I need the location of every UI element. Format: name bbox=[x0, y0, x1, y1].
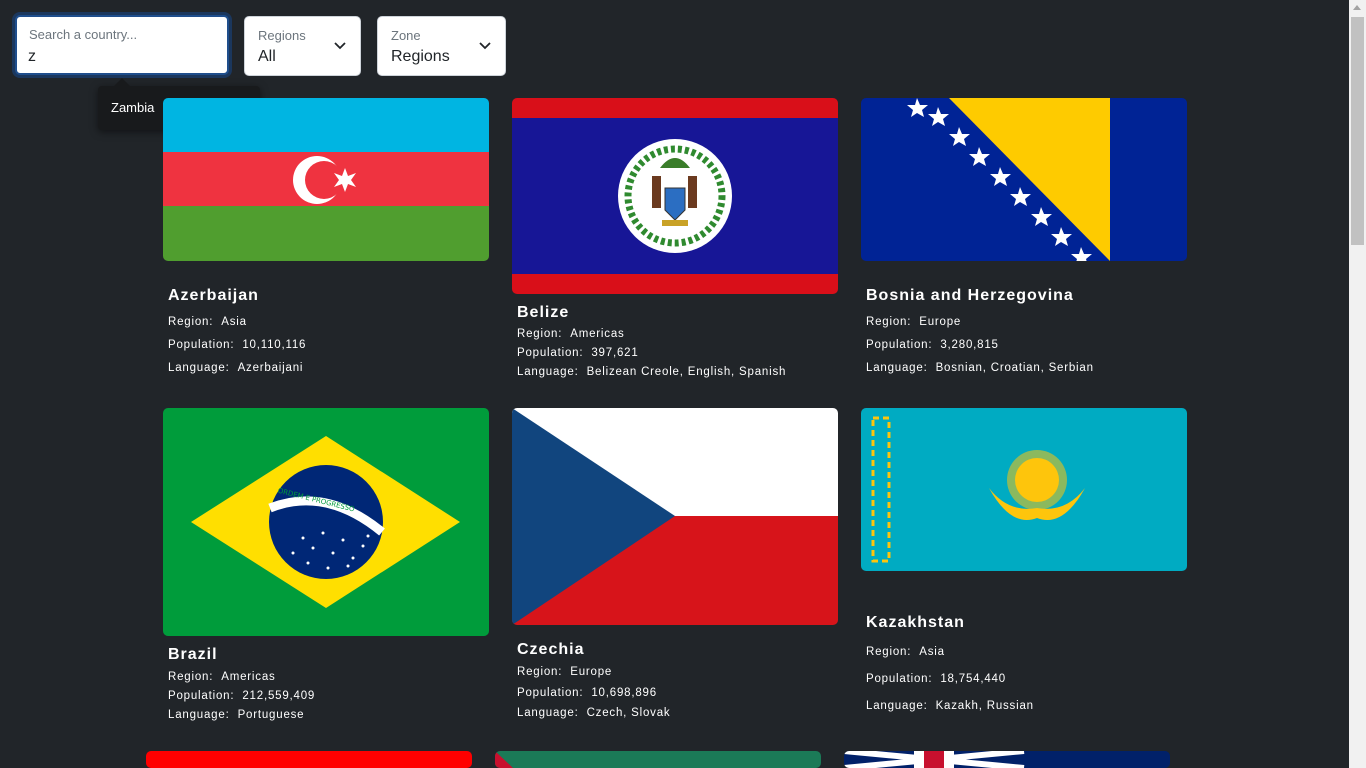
region-row: Region: Americas bbox=[168, 671, 276, 683]
region-row: Region: Americas bbox=[517, 328, 625, 340]
brazil-flag: ORDEM E PROGRESSO bbox=[163, 408, 489, 636]
language-row: Language: Belizean Creole, English, Spani… bbox=[517, 366, 787, 378]
population-row: Population: 10,110,116 bbox=[168, 339, 307, 351]
region-select[interactable]: Regions All bbox=[244, 16, 361, 76]
kazakhstan-flag bbox=[861, 408, 1187, 571]
chevron-down-icon bbox=[479, 42, 491, 50]
region-row: Region: Asia bbox=[168, 316, 247, 328]
region-select-label: Regions bbox=[258, 28, 306, 43]
green-flag bbox=[495, 751, 821, 768]
search-placeholder: Search a country... bbox=[29, 27, 138, 42]
population-row: Population: 18,754,440 bbox=[866, 673, 1006, 685]
region-row: Region: Europe bbox=[517, 666, 613, 678]
zone-select-value: Regions bbox=[391, 48, 450, 65]
language-row: Language: Kazakh, Russian bbox=[866, 700, 1034, 712]
country-name: Czechia bbox=[517, 641, 585, 658]
union-jack-flag bbox=[844, 751, 1170, 768]
search-input[interactable] bbox=[28, 46, 218, 68]
azerbaijan-flag bbox=[163, 98, 489, 261]
region-row: Region: Europe bbox=[866, 316, 962, 328]
country-name: Bosnia and Herzegovina bbox=[866, 287, 1074, 304]
country-name: Azerbaijan bbox=[168, 287, 259, 304]
scrollbar-thumb[interactable] bbox=[1351, 17, 1364, 245]
population-row: Population: 212,559,409 bbox=[168, 690, 316, 702]
bosnia-flag bbox=[861, 98, 1187, 261]
vertical-scrollbar[interactable] bbox=[1349, 0, 1366, 768]
zone-select-label: Zone bbox=[391, 28, 421, 43]
country-name: Brazil bbox=[168, 646, 218, 663]
region-select-value: All bbox=[258, 48, 276, 65]
search-field[interactable]: Search a country... bbox=[15, 15, 229, 75]
zone-select[interactable]: Zone Regions bbox=[377, 16, 506, 76]
population-row: Population: 3,280,815 bbox=[866, 339, 999, 351]
country-name: Kazakhstan bbox=[866, 614, 965, 631]
population-row: Population: 10,698,896 bbox=[517, 687, 657, 699]
czechia-flag bbox=[512, 408, 838, 625]
country-name: Belize bbox=[517, 304, 570, 321]
scroll-up-arrow-icon[interactable] bbox=[1353, 5, 1361, 10]
language-row: Language: Azerbaijani bbox=[168, 362, 304, 374]
red-flag bbox=[146, 751, 472, 768]
chevron-down-icon bbox=[334, 42, 346, 50]
language-row: Language: Portuguese bbox=[168, 709, 305, 721]
belize-flag bbox=[512, 98, 838, 294]
language-row: Language: Czech, Slovak bbox=[517, 707, 671, 719]
suggestion-item[interactable]: Zambia bbox=[111, 100, 154, 115]
language-row: Language: Bosnian, Croatian, Serbian bbox=[866, 362, 1094, 374]
region-row: Region: Asia bbox=[866, 646, 945, 658]
population-row: Population: 397,621 bbox=[517, 347, 639, 359]
